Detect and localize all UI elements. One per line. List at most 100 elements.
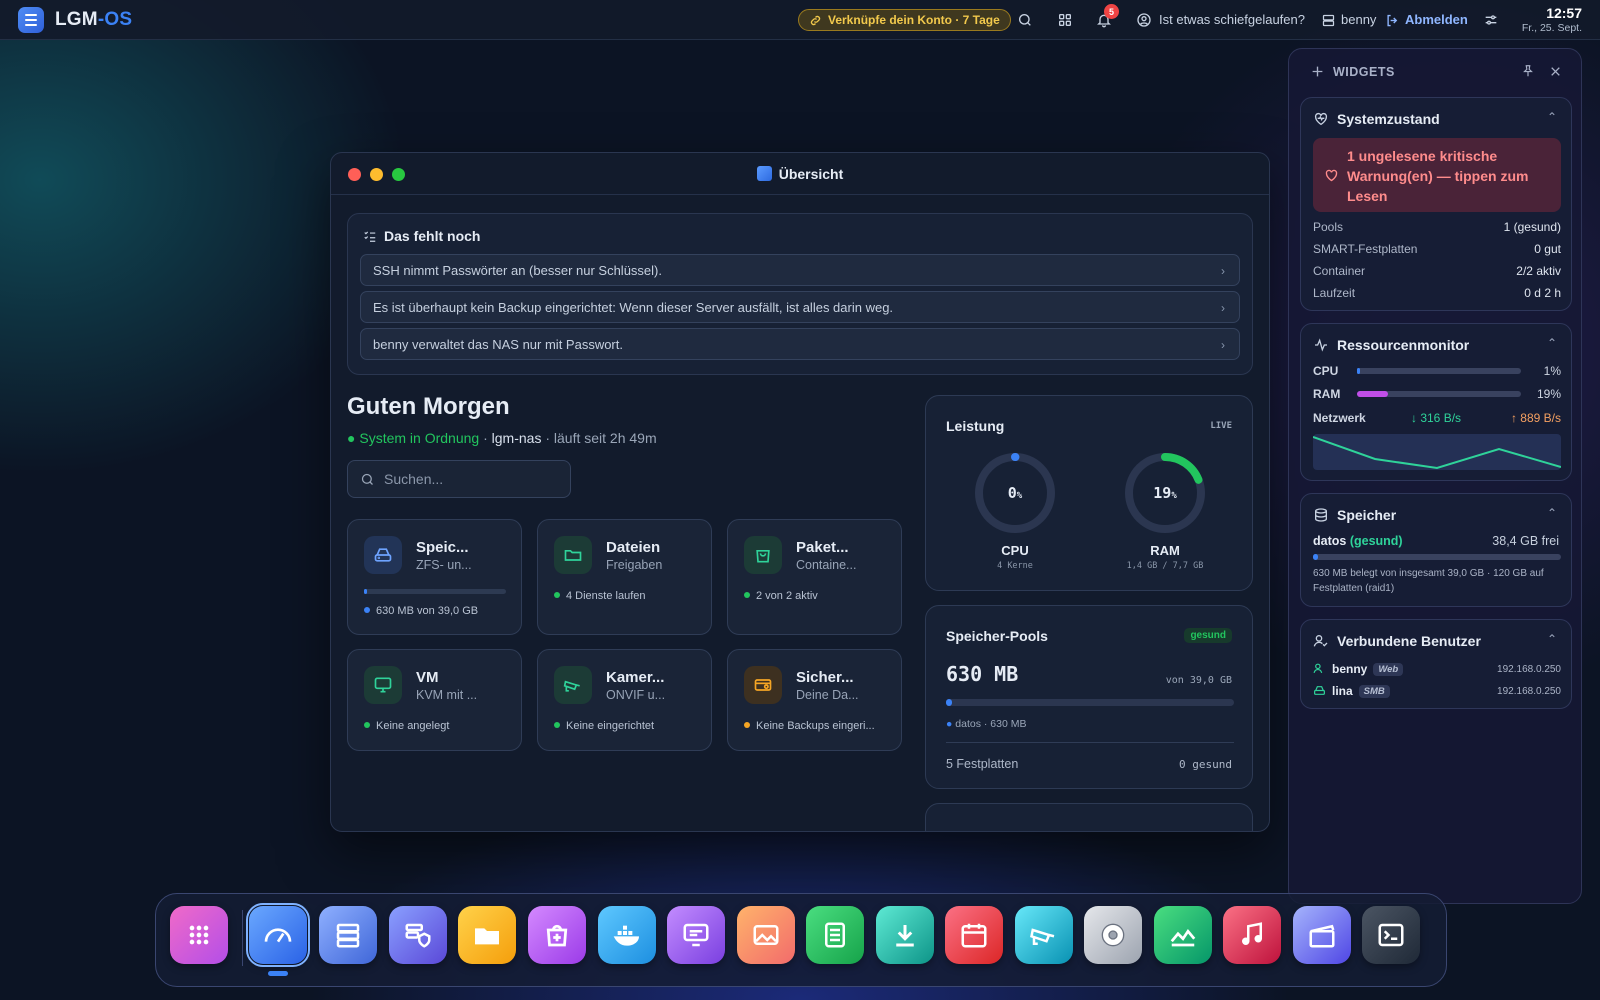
settings-icon[interactable]: [1084, 906, 1142, 964]
top-bar: LGM-OS Verknüpfe dein Konto · 7 Tage 5 I…: [0, 0, 1600, 40]
help-icon[interactable]: [1134, 10, 1154, 30]
storage-free: 38,4 GB frei: [1492, 534, 1559, 548]
activity-icon: [1315, 338, 1327, 352]
user-icon: [1313, 663, 1323, 674]
chevron-right-icon: ›: [1221, 301, 1225, 315]
pool-progress-bar: [946, 699, 1234, 706]
storage-pool-name: datos (gesund): [1313, 534, 1403, 548]
store-icon[interactable]: [528, 906, 586, 964]
live-badge: LIVE: [1210, 421, 1232, 431]
calendar-icon[interactable]: [945, 906, 1003, 964]
help-link[interactable]: Ist etwas schiefgelaufen?: [1159, 12, 1305, 27]
chevron-right-icon: ›: [1221, 264, 1225, 278]
dashboard-icon: [756, 166, 772, 181]
heart-alert-icon: [1325, 169, 1338, 182]
logout-button[interactable]: Abmelden: [1405, 12, 1468, 27]
cpu-gauge-value: 0%: [1007, 484, 1023, 502]
tile-files[interactable]: Dateien Freigaben 4 Dienste laufen: [537, 519, 712, 635]
security-icon[interactable]: [389, 906, 447, 964]
drive-icon: [364, 536, 402, 574]
greeting: Guten Morgen: [347, 393, 510, 420]
tile-backup[interactable]: Sicher... Deine Da... Keine Backups eing…: [727, 649, 902, 751]
storage-progress-bar: [1313, 554, 1561, 560]
download-icon[interactable]: [876, 906, 934, 964]
chevron-up-icon[interactable]: ⌃: [1547, 336, 1557, 350]
search-input[interactable]: Suchen...: [347, 460, 571, 498]
search-icon[interactable]: [1015, 10, 1035, 30]
todo-item[interactable]: SSH nimmt Passwörter an (besser nur Schl…: [360, 254, 1240, 286]
ram-gauge-value: 19%: [1153, 484, 1177, 502]
tile-storage[interactable]: Speic... ZFS- un... 630 MB von 39,0 GB: [347, 519, 522, 635]
tile-cameras[interactable]: Kamer... ONVIF u... Keine eingerichtet: [537, 649, 712, 751]
apps-grid-icon[interactable]: [1055, 10, 1075, 30]
pool-used: 630 MB: [946, 662, 1019, 686]
clock: 12:57 Fr., 25. Sept.: [1521, 5, 1582, 34]
music-icon[interactable]: [1223, 906, 1281, 964]
tile-packages[interactable]: Paket... Containe... 2 von 2 aktiv: [727, 519, 902, 635]
kv-smart: SMART-Festplatten 0 gut: [1313, 242, 1561, 256]
user-icon: [1318, 10, 1338, 30]
video-icon[interactable]: [1293, 906, 1351, 964]
logout-icon[interactable]: [1382, 10, 1402, 30]
connected-user-row[interactable]: benny Web 192.168.0.250: [1313, 662, 1561, 676]
overview-window: Übersicht Das fehlt noch SSH nimmt Passw…: [330, 152, 1270, 832]
cpu-row: CPU 1%: [1313, 364, 1561, 378]
pool-disks: 5 Festplatten: [946, 757, 1019, 771]
files-icon[interactable]: [458, 906, 516, 964]
active-indicator: [268, 971, 288, 976]
plus-icon[interactable]: [1311, 65, 1324, 78]
next-panel: [925, 803, 1253, 831]
chevron-up-icon[interactable]: ⌃: [1547, 632, 1557, 646]
pin-icon[interactable]: [1521, 64, 1535, 78]
close-icon[interactable]: [1549, 65, 1562, 78]
ram-gauge-label: RAM 1,4 GB / 7,7 GB: [1126, 543, 1204, 571]
connected-user-row[interactable]: lina SMB 192.168.0.250: [1313, 684, 1561, 698]
pool-disk-status: 0 gesund: [1179, 758, 1232, 771]
widgets-panel: WIDGETS Systemzustand ⌃ 1 ungelesene kri…: [1288, 48, 1582, 904]
menu-logo-icon[interactable]: [18, 7, 44, 33]
vm-icon[interactable]: [667, 906, 725, 964]
storage-widget: Speicher ⌃ datos (gesund) 38,4 GB frei 6…: [1300, 493, 1572, 607]
package-icon: [744, 536, 782, 574]
link-account-pill[interactable]: Verknüpfe dein Konto · 7 Tage: [798, 9, 1011, 31]
cpu-gauge-label: CPU 4 Kerne: [997, 543, 1033, 571]
user-check-icon: [1313, 635, 1328, 647]
link-icon: [810, 15, 821, 25]
chevron-right-icon: ›: [1221, 338, 1225, 352]
todo-item[interactable]: benny verwaltet das NAS nur mit Passwort…: [360, 328, 1240, 360]
server-icon[interactable]: [319, 906, 377, 964]
system-status: ● System in Ordnung · lgm-nas · läuft se…: [347, 430, 657, 446]
launcher-icon[interactable]: [170, 906, 228, 964]
settings-sliders-icon[interactable]: [1481, 10, 1501, 30]
drive-icon: [1314, 686, 1325, 695]
dock: [155, 893, 1447, 987]
ram-row: RAM 19%: [1313, 387, 1561, 401]
critical-warning-banner[interactable]: 1 ungelesene kritische Warnung(en) — tip…: [1313, 138, 1561, 212]
docs-icon[interactable]: [806, 906, 864, 964]
window-title: Übersicht: [331, 166, 1269, 182]
pool-legend: ● datos · 630 MB: [946, 718, 1027, 730]
terminal-icon[interactable]: [1362, 906, 1420, 964]
monitor-icon: [364, 666, 402, 704]
widgets-header: WIDGETS: [1333, 65, 1395, 79]
chevron-up-icon[interactable]: ⌃: [1547, 506, 1557, 520]
resource-monitor-widget: Ressourcenmonitor ⌃ CPU 1% RAM 19% Netzwer…: [1300, 323, 1572, 481]
monitor-icon[interactable]: [1154, 906, 1212, 964]
system-health-widget: Systemzustand ⌃ 1 ungelesene kritische W…: [1300, 97, 1572, 311]
brand: LGM-OS: [55, 9, 133, 30]
search-icon: [361, 473, 373, 485]
photos-icon[interactable]: [737, 906, 795, 964]
todo-item[interactable]: Es ist überhaupt kein Backup eingerichte…: [360, 291, 1240, 323]
chevron-up-icon[interactable]: ⌃: [1547, 110, 1557, 124]
folder-icon: [554, 536, 592, 574]
database-icon: [1315, 508, 1327, 522]
kv-uptime: Laufzeit 0 d 2 h: [1313, 286, 1561, 300]
dashboard-icon[interactable]: [246, 903, 310, 967]
camera-icon[interactable]: [1015, 906, 1073, 964]
window-titlebar[interactable]: Übersicht: [331, 153, 1269, 195]
tile-vm[interactable]: VM KVM mit ... Keine angelegt: [347, 649, 522, 751]
pool-status-badge: gesund: [1184, 628, 1232, 643]
storage-detail: 630 MB belegt von insgesamt 39,0 GB · 12…: [1313, 568, 1544, 594]
docker-icon[interactable]: [598, 906, 656, 964]
kv-pools: Pools 1 (gesund): [1313, 220, 1561, 234]
